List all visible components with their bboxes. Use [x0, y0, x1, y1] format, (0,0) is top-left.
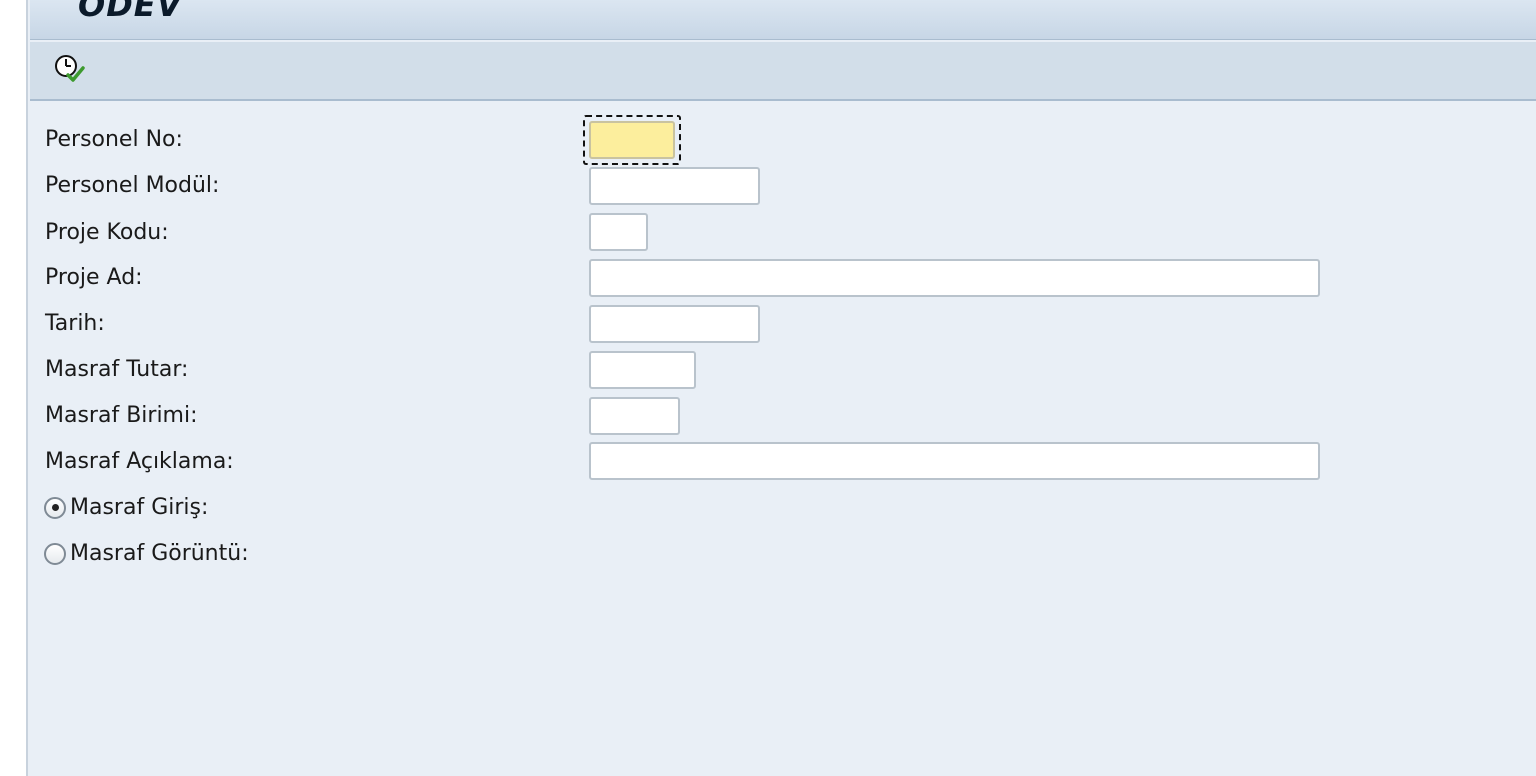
personel-modul-input[interactable]: [589, 167, 760, 205]
proje-kodu-input[interactable]: [589, 213, 648, 251]
left-window-border: [0, 0, 28, 776]
label-masraf-birimi: Masraf Birimi:: [45, 403, 198, 428]
radio-label-masraf-goruntu: Masraf Görüntü:: [70, 541, 249, 566]
label-tarih: Tarih:: [45, 311, 105, 336]
tarih-input[interactable]: [589, 305, 760, 343]
application-toolbar: [30, 42, 1536, 101]
proje-ad-input[interactable]: [589, 259, 1320, 297]
label-personel-modul: Personel Modül:: [45, 173, 220, 198]
label-masraf-aciklama: Masraf Açıklama:: [45, 449, 234, 474]
masraf-tutar-input[interactable]: [589, 351, 696, 389]
radio-label-masraf-giris: Masraf Giriş:: [70, 495, 209, 520]
radio-button-selected[interactable]: [44, 496, 66, 519]
label-proje-ad: Proje Ad:: [45, 265, 143, 290]
radio-button-unselected[interactable]: [44, 542, 66, 565]
radio-masraf-goruntu[interactable]: Masraf Görüntü:: [44, 541, 249, 566]
label-proje-kodu: Proje Kodu:: [45, 220, 169, 245]
page-title: ODEV: [78, 0, 183, 24]
label-personel-no: Personel No:: [45, 127, 183, 152]
execute-button[interactable]: [50, 52, 90, 86]
radio-dot-icon: [51, 504, 59, 511]
execute-clock-check-icon: [55, 55, 85, 82]
title-bar: ODEV: [30, 0, 1536, 40]
label-masraf-tutar: Masraf Tutar:: [45, 357, 189, 382]
personel-no-input[interactable]: [589, 121, 675, 159]
radio-masraf-giris[interactable]: Masraf Giriş:: [44, 495, 208, 520]
selection-screen: Personel No: Personel Modül: Proje Kodu:…: [30, 102, 1536, 776]
masraf-aciklama-input[interactable]: [589, 442, 1320, 480]
masraf-birimi-input[interactable]: [589, 397, 680, 435]
